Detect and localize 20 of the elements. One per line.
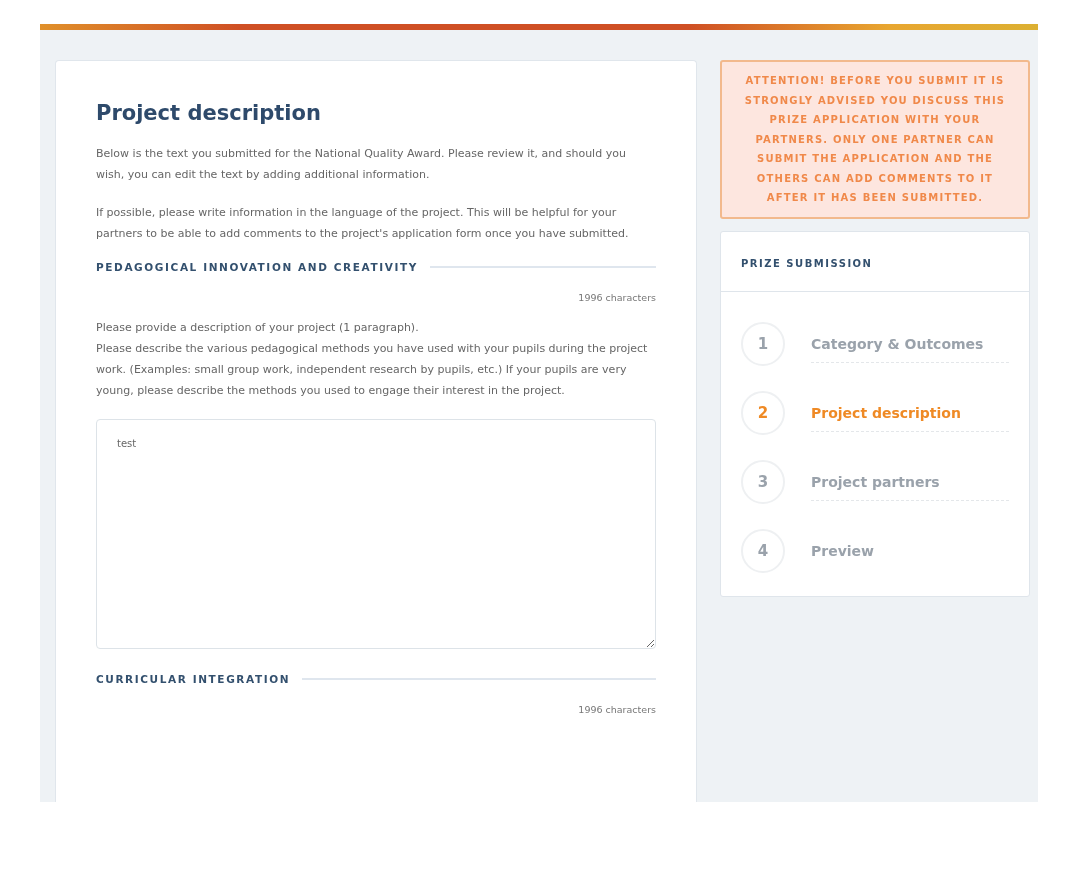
step-link[interactable]: Project description: [811, 394, 1009, 432]
step-link[interactable]: Preview: [811, 533, 1009, 569]
step-link[interactable]: Category & Outcomes: [811, 325, 1009, 363]
steps-title: PRIZE SUBMISSION: [721, 231, 1029, 292]
section-heading: CURRICULAR INTEGRATION: [96, 673, 291, 685]
section-heading: PEDAGOGICAL INNOVATION AND CREATIVITY: [96, 261, 418, 273]
prompt-text: Please describe the various pedagogical methods you have used with your pupils during the project work. (Examples: small group work, independent research by pupils, etc.) If your pupils are very young, please describe the methods you used to engage their interest in the project.: [96, 341, 649, 399]
step-link[interactable]: Project partners: [811, 463, 1009, 501]
step-number: 2: [741, 391, 785, 435]
attention-notice: ATTENTION! BEFORE YOU SUBMIT IT IS STRONGLY ADVISED YOU DISCUSS THIS PRIZE APPLICATION WITH YOUR PARTNERS. ONLY ONE PARTNER CAN SUBMIT THE APPLICATION AND THE OTHERS CAN ADD COMMENTS TO IT AFTER IT HAS BEEN SUBMITTED.: [720, 60, 1030, 219]
character-count: 1996 characters: [578, 704, 656, 715]
page-title: Project description: [96, 101, 322, 125]
prompt-text: Please provide a description of your project (1 paragraph).: [96, 320, 420, 336]
character-count: 1996 characters: [578, 292, 656, 303]
intro-paragraph: Below is the text you submitted for the National Quality Award. Please review it, and should you wish, you can edit the text by adding additional information.: [96, 146, 627, 183]
step-number: 1: [741, 322, 785, 366]
answer-field[interactable]: test: [96, 419, 656, 649]
intro-paragraph: If possible, please write information in the language of the project. This will be helpful for your partners to be able to add comments to the project's application form once you have submitted.: [96, 205, 630, 242]
step-number: 4: [741, 529, 785, 573]
step-number: 3: [741, 460, 785, 504]
